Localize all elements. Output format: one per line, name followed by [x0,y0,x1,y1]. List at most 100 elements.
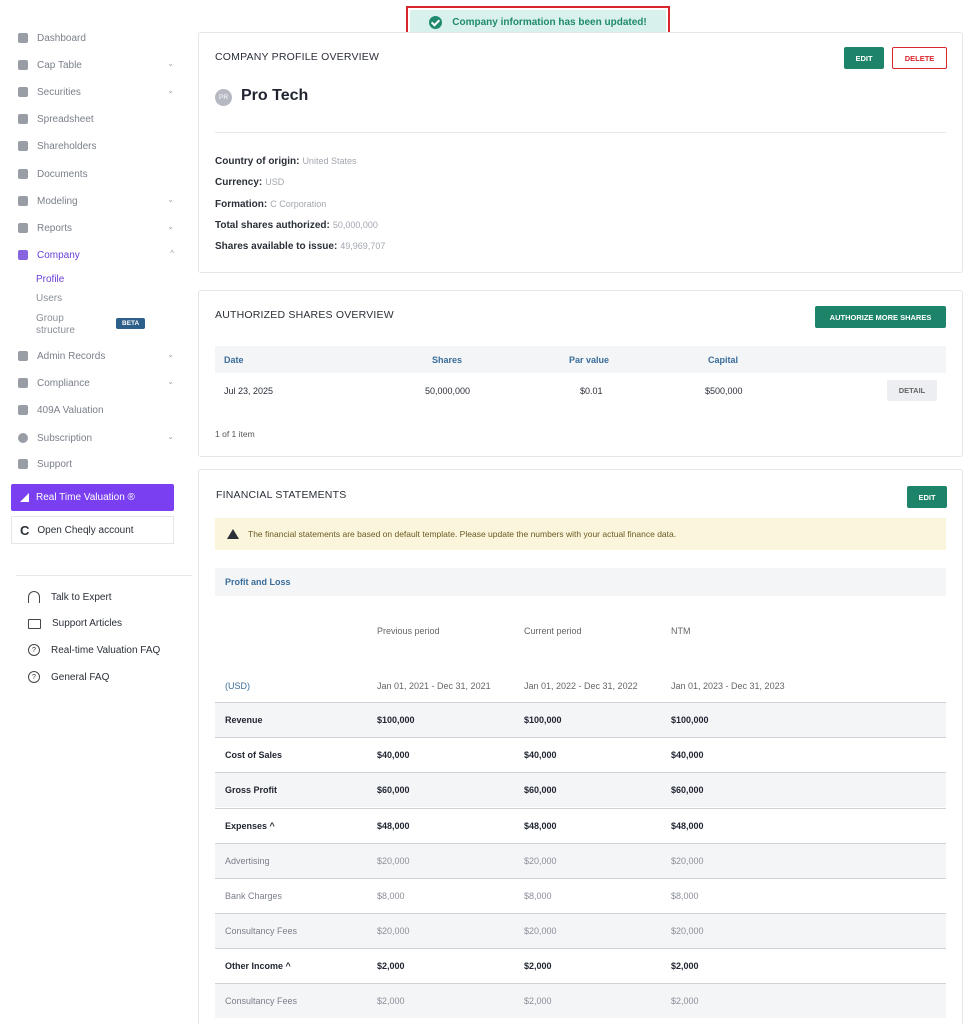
authorize-more-shares-button[interactable]: AUTHORIZE MORE SHARES [815,306,946,328]
template-warning: The financial statements are based on de… [215,518,946,550]
real-time-valuation-faq-link[interactable]: ? Real-time Valuation FAQ [28,644,160,656]
warning-icon [227,529,239,539]
row-value: $100,000 [377,715,415,725]
clipboard-icon [18,87,28,97]
delete-company-button[interactable]: DELETE [892,47,947,69]
card-title: COMPANY PROFILE OVERVIEW [215,51,380,63]
sidebar-item-label: 409A Valuation [37,404,104,416]
sidebar-item-label: Cap Table [37,59,82,71]
row-label: Advertising [225,856,270,866]
cell-par-value: $0.01 [580,386,603,396]
sidebar-item-company[interactable]: Company ^ [18,246,176,264]
sidebar-item-securities[interactable]: Securities ⌄ [18,83,176,101]
row-value: $2,000 [524,961,552,971]
period-range: Jan 01, 2021 - Dec 31, 2021 [377,681,491,691]
sidebar-divider [16,575,192,576]
shares-available-field: Shares available to issue: 49,969,707 [215,241,385,252]
column-header: Previous period [377,626,440,636]
field-label: Formation: [215,199,268,210]
column-header: Capital [708,355,739,365]
talk-to-expert-link[interactable]: Talk to Expert [28,591,112,603]
row-label: Other Income ^ [225,961,291,971]
sidebar-item-409a-valuation[interactable]: 409A Valuation [18,401,176,419]
company-profile-card: COMPANY PROFILE OVERVIEW EDIT DELETE PR … [198,32,963,273]
row-value: $48,000 [377,821,410,831]
real-time-valuation-button[interactable]: Real Time Valuation ® [11,484,174,511]
support-articles-link[interactable]: Support Articles [28,618,122,629]
sidebar-item-shareholders[interactable]: Shareholders [18,137,176,155]
row-value: $60,000 [671,785,704,795]
field-label: Total shares authorized: [215,220,330,231]
sidebar-subitem-group[interactable]: Group [36,313,64,324]
period-range: Jan 01, 2023 - Dec 31, 2023 [671,681,785,691]
company-name: Pro Tech [241,87,309,104]
row-value: $20,000 [524,926,557,936]
cell-date: Jul 23, 2025 [224,386,274,396]
sidebar-subitem-profile[interactable]: Profile [36,274,64,285]
question-icon: ? [28,671,40,683]
detail-button[interactable]: DETAIL [887,380,937,401]
column-header: Par value [569,355,610,365]
real-time-valuation-label: Real Time Valuation ® [36,492,135,503]
check-circle-icon [429,15,443,29]
bar-chart-icon [18,405,28,415]
field-value: 49,969,707 [340,241,386,251]
bar-chart-icon [20,493,29,502]
dollar-icon [18,433,28,443]
card-title: AUTHORIZED SHARES OVERVIEW [215,309,394,321]
sidebar-item-documents[interactable]: Documents [18,165,176,183]
row-value: $20,000 [671,926,704,936]
open-cheqly-button[interactable]: C Open Cheqly account [11,516,174,544]
row-value: $40,000 [671,750,704,760]
sidebar-item-cap-table[interactable]: Cap Table ⌄ [18,56,176,74]
user-icon [18,141,28,151]
chevron-down-icon: ⌄ [167,377,174,386]
bulb-icon [18,196,28,206]
field-label: Country of origin: [215,156,300,167]
sidebar-item-spreadsheet[interactable]: Spreadsheet [18,110,176,128]
chevron-down-icon: ⌄ [167,350,174,359]
sidebar-item-reports[interactable]: Reports ⌄ [18,219,176,237]
row-value: $20,000 [377,856,410,866]
other-income-row-toggle[interactable]: Other Income ^ $2,000 $2,000 $2,000 [215,948,946,983]
expenses-row-toggle[interactable]: Expenses ^ $48,000 $48,000 $48,000 [215,808,946,843]
chevron-down-icon: ⌄ [167,59,174,68]
table-row: Advertising $20,000 $20,000 $20,000 [215,843,946,878]
row-value: $60,000 [377,785,410,795]
sidebar-item-admin-records[interactable]: Admin Records ⌄ [18,347,176,365]
sidebar-subitem-users[interactable]: Users [36,293,62,304]
row-value: $8,000 [671,891,699,901]
sidebar-item-label: Company [37,249,80,261]
row-label: Consultancy Fees [225,996,298,1006]
sidebar-item-label: Compliance [37,377,90,389]
sidebar-item-dashboard[interactable]: Dashboard [18,29,176,47]
sidebar-subitem-structure[interactable]: structure [36,325,75,336]
edit-profile-button[interactable]: EDIT [844,47,884,69]
period-range: Jan 01, 2022 - Dec 31, 2022 [524,681,638,691]
row-value: $48,000 [524,821,557,831]
general-faq-link[interactable]: ? General FAQ [28,671,109,683]
sidebar-item-compliance[interactable]: Compliance ⌄ [18,374,176,392]
sidebar-item-support[interactable]: Support [18,455,176,473]
row-value: $2,000 [671,996,699,1006]
cell-capital: $500,000 [705,386,743,396]
chevron-down-icon: ⌄ [167,195,174,204]
pagination-info: 1 of 1 item [215,429,255,439]
table-row: Consultancy Fees $2,000 $2,000 $2,000 [215,983,946,1018]
sidebar-item-modeling[interactable]: Modeling ⌄ [18,192,176,210]
help-label: Real-time Valuation FAQ [51,644,161,656]
sidebar-item-subscription[interactable]: Subscription ⌄ [18,429,176,447]
row-label: Cost of Sales [225,750,283,760]
help-label: Talk to Expert [51,591,112,603]
row-value: $2,000 [377,996,405,1006]
chevron-down-icon: ⌄ [167,86,174,95]
open-cheqly-label: Open Cheqly account [37,524,134,536]
table-header: Date Shares Par value Capital [215,346,946,373]
column-header: NTM [671,626,691,636]
table-row: Gross Profit $60,000 $60,000 $60,000 [215,772,946,807]
row-value: $20,000 [377,926,410,936]
row-value: $100,000 [524,715,562,725]
help-label: Support Articles [52,618,123,629]
edit-financials-button[interactable]: EDIT [907,486,947,508]
question-icon: ? [28,644,40,656]
